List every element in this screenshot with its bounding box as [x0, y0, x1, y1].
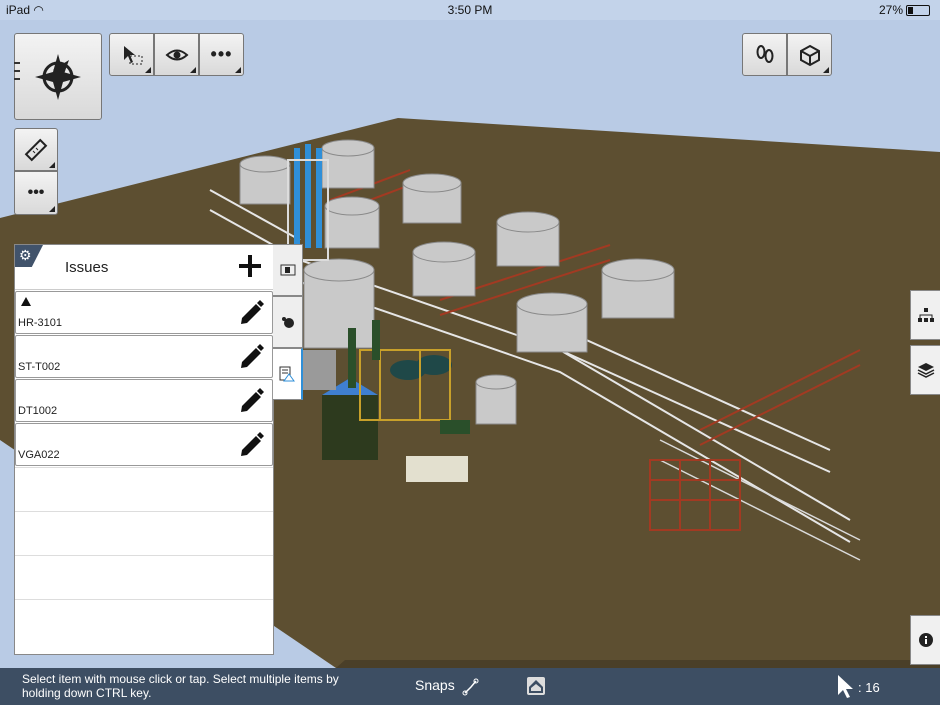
issues-panel-header: ⚙ Issues	[15, 245, 273, 290]
issue-name: DT1002	[18, 405, 58, 417]
ios-status-bar: iPad ◠ 3:50 PM 27%	[0, 0, 940, 20]
cursor-icon	[838, 675, 853, 698]
battery-indicator: 27%	[879, 3, 930, 17]
list-item[interactable]: DT1002	[15, 379, 273, 422]
measure-button[interactable]	[14, 128, 58, 171]
info-button[interactable]	[910, 615, 940, 665]
navigation-mode-button[interactable]	[14, 33, 102, 120]
home-view-icon	[529, 680, 543, 693]
tab-objects[interactable]	[273, 296, 303, 348]
more-dots-icon: •••	[27, 184, 45, 201]
hierarchy-icon	[917, 308, 934, 322]
collapse-triangle-icon[interactable]	[21, 297, 31, 306]
edit-issue-button[interactable]	[236, 342, 266, 372]
selection-count: : 16	[858, 680, 880, 695]
issues-list: HR-3101 ST-T002 DT1002 VGA022	[15, 291, 273, 643]
bottom-status-bar: Select item with mouse click or tap. Sel…	[0, 668, 940, 705]
empty-row	[15, 555, 273, 599]
select-cursor-icon	[123, 45, 142, 64]
info-icon	[918, 633, 933, 647]
list-item[interactable]: ST-T002	[15, 335, 273, 378]
list-item[interactable]: HR-3101	[15, 291, 273, 334]
snaps-toggle[interactable]: Snaps	[415, 677, 480, 696]
edit-issue-button[interactable]	[236, 430, 266, 460]
selection-hint: Select item with mouse click or tap. Sel…	[22, 672, 339, 700]
select-tool-button[interactable]	[109, 33, 154, 76]
more-measure-button[interactable]: •••	[14, 171, 58, 215]
eye-icon	[165, 49, 188, 60]
split-panel-icon	[280, 264, 295, 276]
edit-issue-button[interactable]	[236, 298, 266, 328]
camera-tools-group	[742, 33, 832, 76]
panel-side-tabs	[273, 244, 304, 400]
objects-icon	[281, 317, 294, 328]
tab-issues[interactable]	[273, 348, 303, 400]
empty-row	[15, 511, 273, 555]
battery-icon	[906, 5, 930, 17]
cube-icon	[799, 44, 820, 66]
view-tools-group: •••	[109, 33, 244, 76]
layers-icon	[917, 363, 934, 378]
edit-issue-button[interactable]	[236, 386, 266, 416]
issue-report-icon	[279, 366, 295, 382]
list-item[interactable]: VGA022	[15, 423, 273, 466]
footprints-icon	[756, 44, 773, 63]
pencil-icon	[241, 344, 264, 368]
snaps-label: Snaps	[415, 677, 455, 693]
issue-name: HR-3101	[18, 317, 63, 329]
snap-icon	[462, 678, 479, 696]
issues-panel: ⚙ Issues HR-3101 ST-T002 DT1002 VGA022	[14, 244, 274, 655]
walk-mode-button[interactable]	[742, 33, 787, 76]
pencil-icon	[241, 388, 264, 412]
clock: 3:50 PM	[447, 3, 493, 17]
more-tools-button[interactable]: •••	[199, 33, 244, 76]
add-issue-button[interactable]	[237, 253, 263, 279]
issue-name: VGA022	[18, 449, 60, 461]
home-view-button[interactable]	[527, 677, 545, 695]
plus-icon	[239, 255, 261, 277]
issue-name: ST-T002	[18, 361, 61, 373]
empty-row	[15, 599, 273, 643]
pencil-icon	[241, 300, 264, 324]
pencil-icon	[241, 432, 264, 456]
more-dots-icon: •••	[210, 44, 233, 64]
empty-row	[15, 467, 273, 511]
gear-icon[interactable]: ⚙	[19, 247, 32, 264]
model-tree-button[interactable]	[910, 290, 940, 340]
panel-grip[interactable]	[14, 58, 20, 88]
tab-properties[interactable]	[273, 244, 303, 296]
layers-button[interactable]	[910, 345, 940, 395]
compass-star-icon	[35, 53, 81, 100]
view-cube-button[interactable]	[787, 33, 832, 76]
panel-title: Issues	[65, 259, 109, 276]
ruler-icon	[24, 138, 48, 161]
visibility-button[interactable]	[154, 33, 199, 76]
